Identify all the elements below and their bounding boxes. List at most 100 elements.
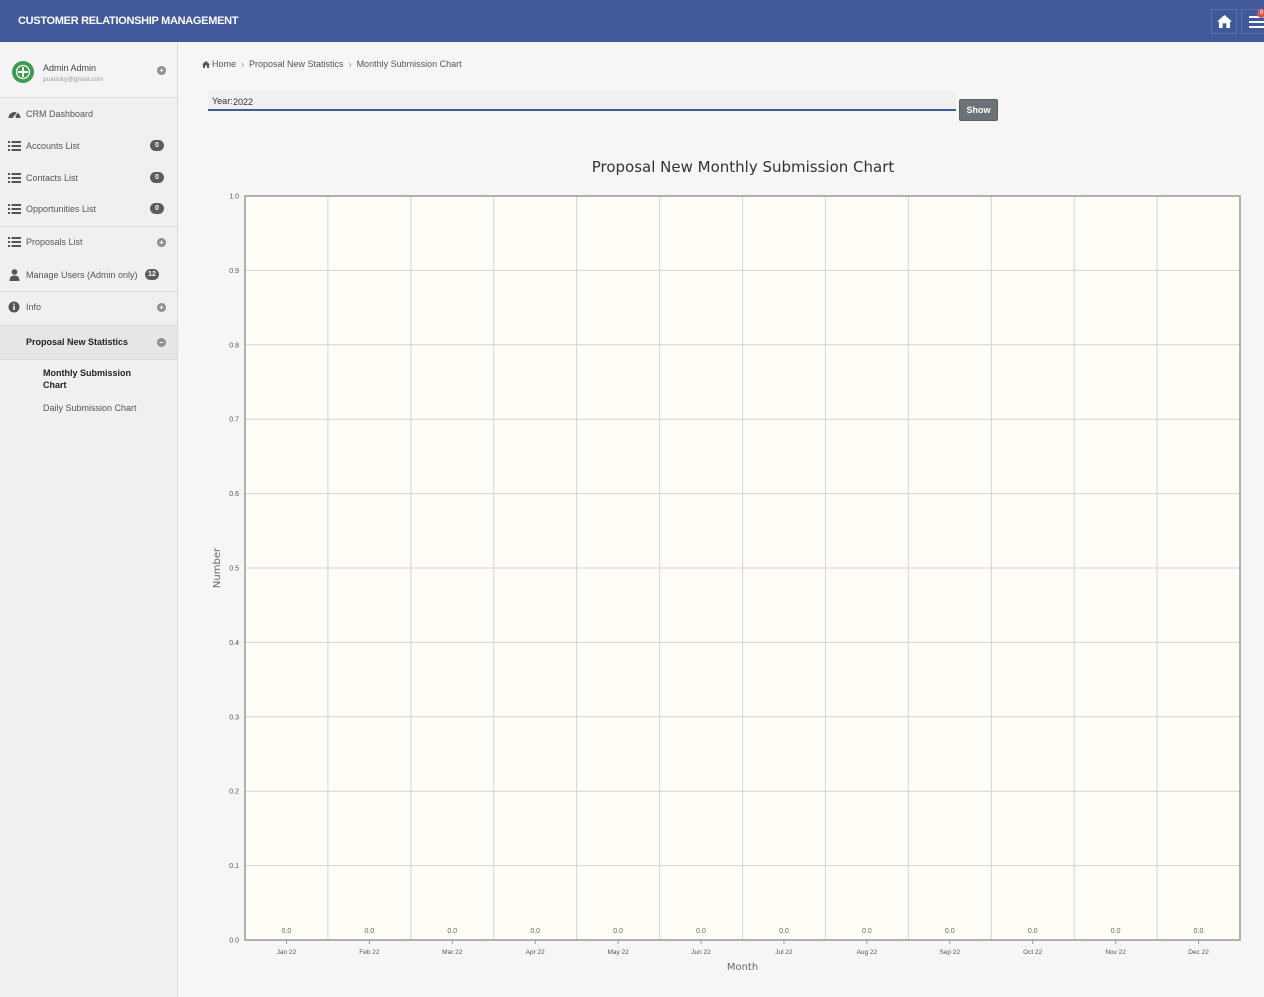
- year-input[interactable]: [233, 95, 933, 108]
- list-icon: [8, 141, 21, 151]
- sidebar-item-label: Opportunities List: [26, 204, 97, 214]
- count-badge: 0: [150, 203, 164, 214]
- y-tick-label: 0.6: [229, 491, 239, 498]
- expand-toggle[interactable]: +: [157, 238, 166, 247]
- plus-circle-icon: +: [157, 238, 166, 247]
- sidebar-item-label: CRM Dashboard: [26, 109, 94, 119]
- app-title: CUSTOMER RELATIONSHIP MANAGEMENT: [18, 15, 239, 27]
- x-tick-label: Sep 22: [939, 949, 960, 956]
- breadcrumb-statistics-link[interactable]: Proposal New Statistics: [249, 59, 344, 69]
- collapse-toggle[interactable]: −: [157, 338, 166, 347]
- user-panel: Admin Admin puaricky@gmail.com +: [0, 42, 177, 98]
- home-button[interactable]: [1211, 9, 1237, 34]
- sidebar-item-info[interactable]: Info +: [0, 291, 177, 323]
- info-icon: [8, 301, 20, 313]
- x-tick-label: Aug 22: [857, 949, 878, 956]
- monthly-submission-chart: 0.0 0.1 0.2 0.3 0.4 0.5 0.6 0.7 0.8 0.9 1.0 0.0 Jan …: [212, 194, 1241, 973]
- avatar: [12, 61, 34, 83]
- user-icon: [9, 269, 20, 281]
- sidebar-item-contacts[interactable]: Contacts List 0: [0, 162, 177, 194]
- breadcrumb: Home › Proposal New Statistics › Monthly…: [202, 59, 462, 69]
- y-tick-label: 0.7: [229, 417, 239, 424]
- expand-toggle[interactable]: +: [157, 303, 166, 312]
- year-label: Year:: [212, 96, 233, 106]
- breadcrumb-current: Monthly Submission Chart: [356, 59, 462, 69]
- data-label: 0.0: [365, 928, 375, 935]
- user-name: Admin Admin: [43, 63, 97, 73]
- sidebar-subitem-monthly-chart[interactable]: Monthly Submission Chart: [43, 367, 143, 391]
- y-tick-label: 0.0: [229, 938, 239, 945]
- data-label: 0.0: [1194, 928, 1204, 935]
- breadcrumb-home-link[interactable]: Home: [202, 59, 236, 69]
- show-button[interactable]: Show: [959, 99, 998, 121]
- y-tick-label: 0.4: [229, 640, 239, 647]
- data-label: 0.0: [530, 928, 540, 935]
- plus-circle-icon: +: [157, 66, 166, 75]
- breadcrumb-home-label: Home: [212, 59, 237, 69]
- data-label: 0.0: [282, 928, 292, 935]
- data-label: 0.0: [862, 928, 872, 935]
- y-tick-label: 0.1: [229, 863, 239, 870]
- y-tick-label: 0.5: [229, 566, 239, 573]
- data-label: 0.0: [945, 928, 955, 935]
- sidebar-subitem-daily-chart[interactable]: Daily Submission Chart: [43, 402, 143, 414]
- x-tick-label: Jan 22: [277, 949, 297, 956]
- x-tick-label: Feb 22: [359, 949, 380, 956]
- y-tick-label: 0.2: [229, 789, 239, 796]
- notification-badge: 9: [1257, 9, 1264, 18]
- list-icon: [8, 173, 21, 183]
- chart-title: Proposal New Monthly Submission Chart: [591, 158, 895, 176]
- sidebar-item-proposals[interactable]: Proposals List +: [0, 226, 177, 258]
- y-tick-label: 0.3: [229, 714, 239, 721]
- sidebar-item-label: Contacts List: [26, 173, 79, 183]
- count-badge: 12: [145, 269, 159, 280]
- chevron-right-icon: ›: [348, 59, 352, 69]
- y-tick-label: 0.9: [229, 268, 239, 275]
- x-tick-label: Nov 22: [1105, 949, 1126, 956]
- data-label: 0.0: [613, 928, 623, 935]
- divider: [0, 359, 177, 360]
- minus-circle-icon: −: [157, 338, 166, 347]
- sidebar-item-crm-dashboard[interactable]: CRM Dashboard: [0, 98, 177, 130]
- data-label: 0.0: [779, 928, 789, 935]
- sidebar-item-label: Manage Users (Admin only): [26, 270, 138, 280]
- x-tick-label: May 22: [607, 949, 629, 956]
- user-email: puaricky@gmail.com: [43, 76, 104, 83]
- sidebar-item-proposal-statistics[interactable]: Proposal New Statistics −: [0, 326, 177, 359]
- year-field: Year:: [208, 91, 956, 111]
- avatar-logo-icon: [15, 64, 31, 80]
- x-tick-label: Jul 22: [775, 949, 793, 956]
- x-tick-label: Oct 22: [1023, 949, 1043, 956]
- x-tick-label: Mar 22: [442, 949, 463, 956]
- sidebar-item-opportunities[interactable]: Opportunities List 0: [0, 193, 177, 225]
- data-label: 0.0: [696, 928, 706, 935]
- sidebar: Admin Admin puaricky@gmail.com + CRM Das…: [0, 42, 178, 997]
- data-label: 0.0: [1111, 928, 1121, 935]
- data-label: 0.0: [1028, 928, 1038, 935]
- chevron-right-icon: ›: [241, 59, 245, 69]
- count-badge: 0: [150, 172, 164, 183]
- sidebar-item-accounts[interactable]: Accounts List 0: [0, 130, 177, 162]
- sidebar-item-label: Accounts List: [26, 141, 80, 151]
- plus-circle-icon: +: [157, 303, 166, 312]
- sidebar-item-label: Proposals List: [26, 237, 83, 247]
- home-icon: [202, 60, 210, 68]
- sidebar-item-manage-users[interactable]: Manage Users (Admin only) 12: [0, 259, 177, 291]
- count-badge: 0: [150, 140, 164, 151]
- data-label: 0.0: [447, 928, 457, 935]
- y-tick-label: 1.0: [229, 194, 239, 201]
- y-tick-label: 0.8: [229, 342, 239, 349]
- x-tick-label: Apr 22: [526, 949, 546, 956]
- top-bar: CUSTOMER RELATIONSHIP MANAGEMENT 9: [0, 0, 1264, 42]
- x-tick-label: Dec 22: [1188, 949, 1209, 956]
- user-menu-toggle[interactable]: +: [157, 66, 166, 75]
- y-axis-label: Number: [212, 547, 223, 588]
- list-icon: [8, 204, 21, 214]
- sidebar-item-label: Proposal New Statistics: [26, 337, 129, 347]
- list-icon: [8, 237, 21, 247]
- x-tick-label: Jun 22: [691, 949, 711, 956]
- home-icon: [1216, 15, 1232, 28]
- sidebar-item-label: Info: [26, 302, 42, 312]
- x-axis-label: Month: [727, 962, 758, 973]
- dashboard-icon: [8, 112, 21, 119]
